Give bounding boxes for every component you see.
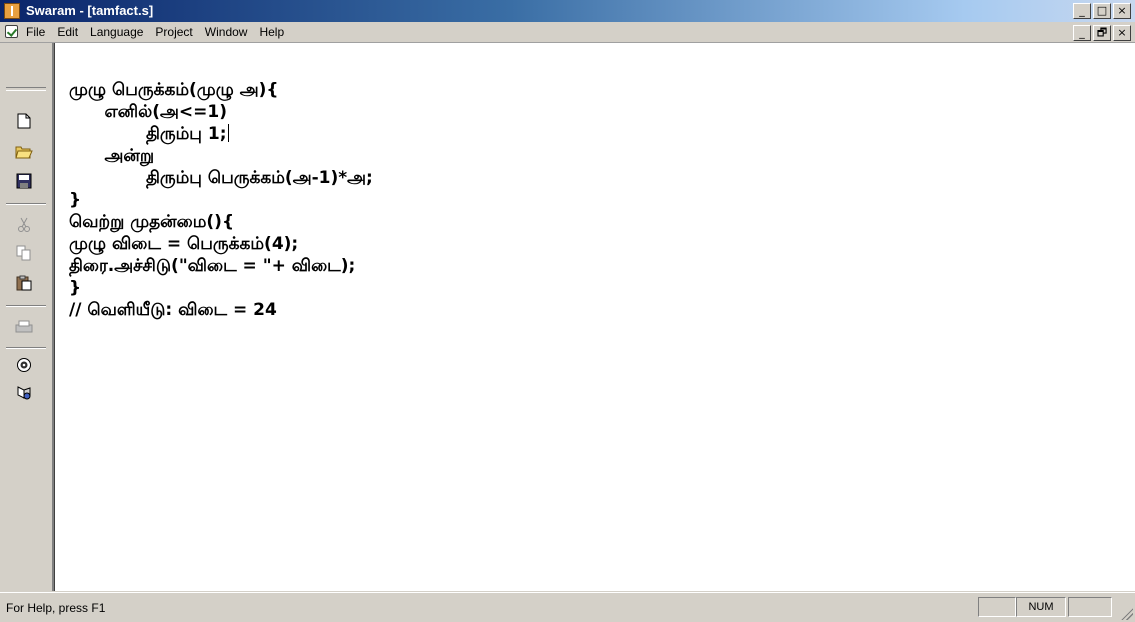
window-controls: _ □ × [1073, 3, 1131, 19]
code-line: முழு விடை = பெருக்கம்(4); [69, 234, 299, 254]
menu-help[interactable]: Help [259, 25, 284, 39]
doc-close-button[interactable]: × [1113, 25, 1131, 41]
cut-icon[interactable] [14, 215, 34, 235]
code-line: திரும்பு 1; [69, 124, 229, 144]
code-line: // வெளியீடு: விடை = 24 [69, 300, 277, 320]
code-text[interactable]: முழு பெருக்கம்(முழு அ){ எனில்(அ<=1) திரு… [69, 79, 373, 321]
save-icon[interactable] [14, 171, 34, 191]
text-cursor [227, 124, 229, 142]
paste-icon[interactable] [14, 273, 34, 293]
resize-grip-icon[interactable] [1121, 608, 1133, 620]
vertical-toolbar [0, 43, 54, 591]
code-line: } [69, 190, 82, 210]
open-folder-icon[interactable] [14, 141, 34, 161]
title-bar: Swaram - [tamfact.s] _ □ × [0, 0, 1135, 22]
code-line: திரும்பு பெருக்கம்(அ-1)*அ; [69, 168, 373, 188]
menu-file[interactable]: File [26, 25, 45, 39]
menu-bar: File Edit Language Project Window Help _… [0, 22, 1135, 43]
code-editor[interactable]: முழு பெருக்கம்(முழு அ){ எனில்(அ<=1) திரு… [54, 43, 1135, 591]
code-line: முழு பெருக்கம்(முழு அ){ [69, 80, 279, 100]
close-button[interactable]: × [1113, 3, 1131, 19]
menu-language[interactable]: Language [90, 25, 143, 39]
document-system-icon[interactable] [5, 25, 18, 38]
minimize-button[interactable]: _ [1073, 3, 1091, 19]
status-bar: For Help, press F1 NUM [0, 592, 1135, 622]
status-panel-scroll [1068, 597, 1112, 617]
code-line: } [69, 278, 82, 298]
toolbar-separator [6, 347, 46, 349]
status-panel-empty [978, 597, 1016, 617]
doc-minimize-button[interactable]: _ [1073, 25, 1091, 41]
status-help-text: For Help, press F1 [6, 601, 106, 615]
document-window-controls: _ 🗗 × [1073, 25, 1131, 41]
app-icon[interactable] [4, 3, 20, 19]
code-line: திரை.அச்சிடு("விடை = "+ விடை); [69, 256, 356, 276]
code-line: வெற்று முதன்மை(){ [69, 212, 235, 232]
new-file-icon[interactable] [14, 111, 34, 131]
toolbar-grip [6, 87, 46, 91]
menu-edit[interactable]: Edit [57, 25, 78, 39]
copy-icon[interactable] [14, 243, 34, 263]
num-lock-indicator: NUM [1016, 597, 1066, 617]
toolbar-separator [6, 305, 46, 307]
doc-restore-button[interactable]: 🗗 [1093, 25, 1111, 41]
menu-window[interactable]: Window [205, 25, 248, 39]
code-line: எனில்(அ<=1) [69, 102, 227, 122]
toolbar-separator [6, 203, 46, 205]
print-icon[interactable] [14, 317, 34, 337]
window-title: Swaram - [tamfact.s] [26, 3, 154, 18]
code-line: அன்று [69, 146, 155, 166]
maximize-button[interactable]: □ [1093, 3, 1111, 19]
compile-icon[interactable] [14, 355, 34, 375]
run-icon[interactable] [14, 383, 34, 403]
menu-project[interactable]: Project [155, 25, 192, 39]
